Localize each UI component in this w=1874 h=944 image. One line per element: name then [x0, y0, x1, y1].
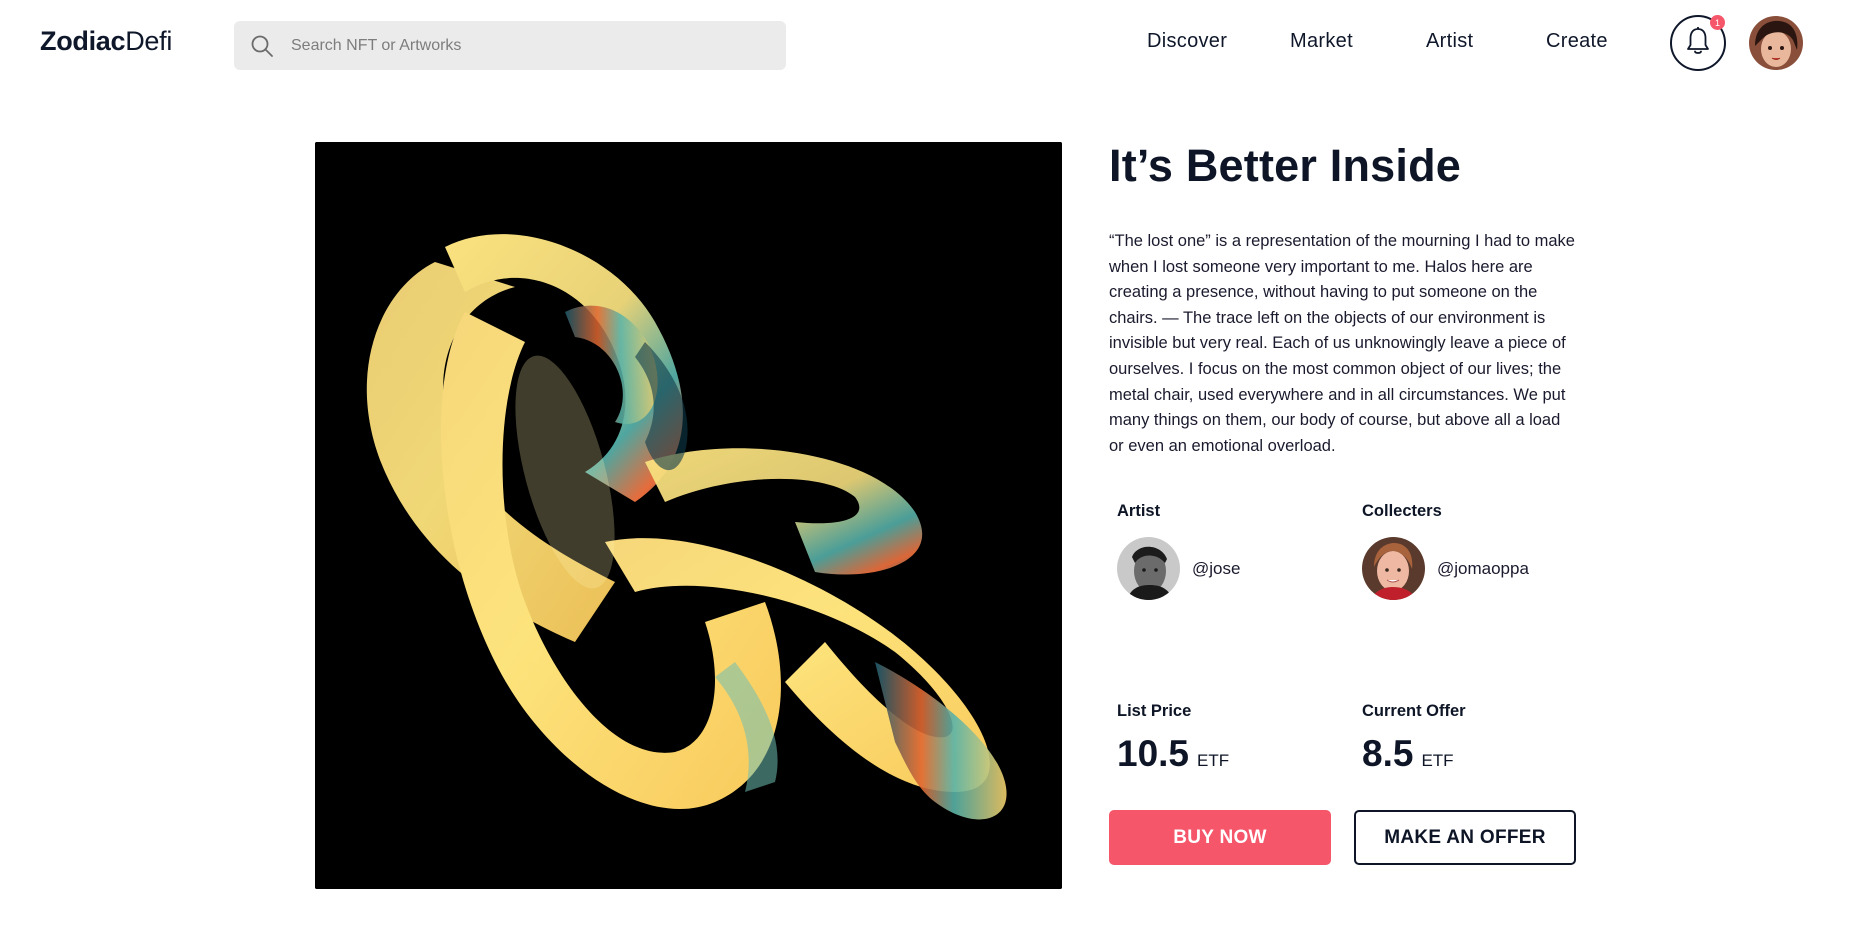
list-price: 10.5 ETF [1117, 733, 1229, 775]
current-offer-value: 8.5 [1362, 733, 1414, 774]
artist-label: Artist [1117, 502, 1161, 520]
collector-avatar[interactable] [1362, 537, 1425, 600]
logo-bold: Zodiac [40, 26, 126, 56]
current-offer: 8.5 ETF [1362, 733, 1454, 775]
buy-now-button[interactable]: BUY NOW [1109, 810, 1331, 865]
artwork-image [315, 142, 1062, 889]
artist-handle[interactable]: @jose [1192, 559, 1240, 579]
list-price-unit: ETF [1197, 751, 1230, 770]
logo-light: Defi [125, 26, 173, 56]
search-icon [249, 33, 275, 59]
item-description: “The lost one” is a representation of th… [1109, 232, 1575, 455]
current-offer-unit: ETF [1421, 751, 1454, 770]
search-input[interactable] [291, 36, 761, 55]
list-price-value: 10.5 [1117, 733, 1190, 774]
current-offer-label: Current Offer [1362, 702, 1466, 720]
notification-badge: 1 [1710, 15, 1725, 30]
artist-profile[interactable]: @jose [1117, 537, 1240, 600]
collector-profile[interactable]: @jomaoppa [1362, 537, 1529, 600]
nav-create[interactable]: Create [1546, 30, 1608, 53]
logo[interactable]: ZodiacDefi [40, 26, 172, 57]
user-avatar[interactable] [1749, 16, 1803, 70]
nav-market[interactable]: Market [1290, 30, 1353, 53]
bell-icon [1685, 26, 1711, 61]
collectors-label: Collecters [1362, 502, 1442, 520]
list-price-label: List Price [1117, 702, 1192, 720]
make-offer-button[interactable]: MAKE AN OFFER [1354, 810, 1576, 865]
collector-handle[interactable]: @jomaoppa [1437, 559, 1529, 579]
item-title: It’s Better Inside [1109, 140, 1462, 191]
artist-avatar[interactable] [1117, 537, 1180, 600]
nav-artist[interactable]: Artist [1426, 30, 1473, 53]
nav-discover[interactable]: Discover [1147, 30, 1227, 53]
search-bar[interactable] [234, 21, 786, 70]
